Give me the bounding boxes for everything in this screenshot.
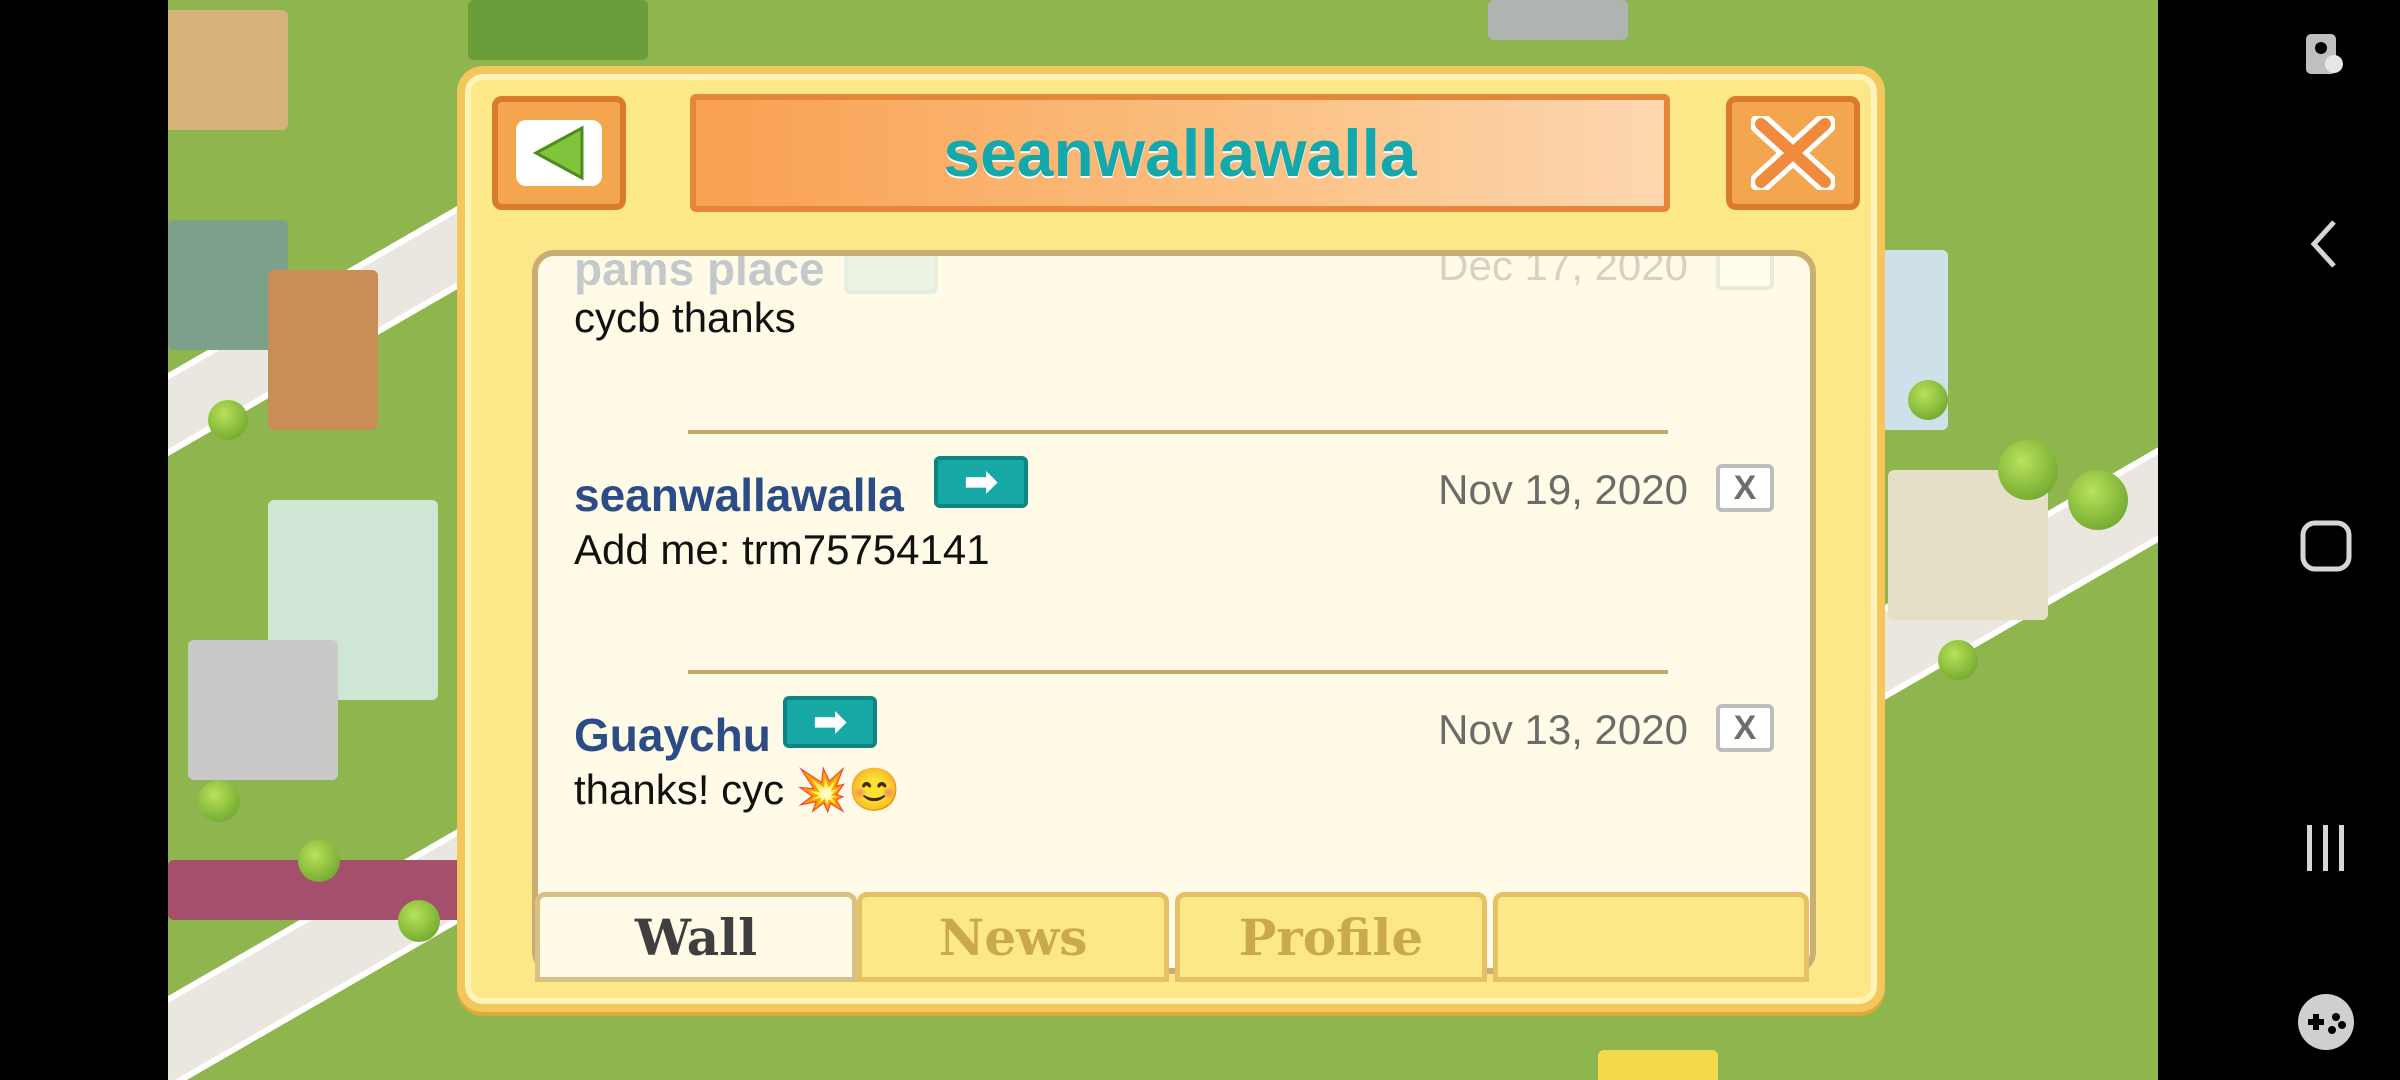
tree	[208, 400, 248, 440]
post-divider	[688, 430, 1668, 434]
post-message: Add me: trm75754141	[574, 526, 990, 573]
x-icon: X	[1733, 708, 1757, 747]
profile-dialog: seanwallawalla pams place Dec 17, 2020 c…	[457, 66, 1885, 1012]
recents-nav-icon[interactable]	[2290, 812, 2362, 884]
system-nav-bar	[2158, 0, 2400, 1080]
back-arrow-icon	[532, 125, 584, 181]
visit-button[interactable]: ➡	[934, 456, 1028, 508]
x-icon: X	[1733, 468, 1757, 507]
wall-panel[interactable]: pams place Dec 17, 2020 cycb thanks sean…	[532, 250, 1816, 974]
title-bar: seanwallawalla	[690, 94, 1670, 212]
tree	[198, 780, 240, 822]
close-icon	[1751, 116, 1835, 190]
wall-post: seanwallawalla ➡ Nov 19, 2020 X Add me: …	[574, 456, 1774, 656]
tree	[1998, 440, 2058, 500]
delete-button	[1716, 256, 1774, 290]
post-date: Nov 19, 2020	[1438, 466, 1688, 513]
tab-empty[interactable]	[1493, 892, 1809, 982]
tree	[398, 900, 440, 942]
post-author[interactable]: seanwallawalla	[574, 468, 904, 522]
post-date: Dec 17, 2020	[1438, 250, 1688, 289]
tab-profile[interactable]: Profile	[1175, 892, 1487, 982]
close-button[interactable]	[1726, 96, 1860, 210]
post-message: cycb thanks	[574, 294, 796, 341]
tree	[298, 840, 340, 882]
wall-post-partial-body: cycb thanks	[574, 294, 1774, 354]
tree	[1938, 640, 1978, 680]
building	[168, 10, 288, 130]
building	[268, 270, 378, 430]
home-nav-icon[interactable]	[2290, 510, 2362, 582]
tree	[1908, 380, 1948, 420]
tab-news[interactable]: News	[857, 892, 1169, 982]
back-nav-icon[interactable]	[2290, 208, 2362, 280]
game-tools-icon[interactable]	[2290, 986, 2362, 1058]
visit-button	[844, 256, 938, 294]
screenshot-edit-icon[interactable]	[2290, 20, 2362, 92]
tab-wall[interactable]: Wall	[535, 892, 857, 982]
building	[1488, 0, 1628, 40]
tree	[2068, 470, 2128, 530]
post-author[interactable]: Guaychu	[574, 708, 771, 762]
wall-post: Guaychu ➡ Nov 13, 2020 X thanks! cyc 💥😊	[574, 696, 1774, 896]
arrow-right-icon: ➡	[813, 700, 847, 744]
post-author: pams place	[574, 250, 825, 295]
post-date: Nov 13, 2020	[1438, 706, 1688, 753]
tab-label: Wall	[634, 907, 758, 967]
back-button[interactable]	[492, 96, 626, 210]
vehicle	[1598, 1050, 1718, 1080]
post-message: thanks! cyc 💥😊	[574, 766, 901, 813]
delete-post-button[interactable]: X	[1716, 464, 1774, 512]
dialog-title: seanwallawalla	[943, 116, 1417, 190]
visit-button[interactable]: ➡	[783, 696, 877, 748]
arrow-right-icon: ➡	[964, 460, 998, 504]
building	[468, 0, 648, 60]
screen: seanwallawalla pams place Dec 17, 2020 c…	[0, 0, 2400, 1080]
delete-post-button[interactable]: X	[1716, 704, 1774, 752]
tab-label: News	[938, 907, 1088, 967]
post-divider	[688, 670, 1668, 674]
warehouse	[188, 640, 338, 780]
tab-label: Profile	[1238, 907, 1424, 967]
